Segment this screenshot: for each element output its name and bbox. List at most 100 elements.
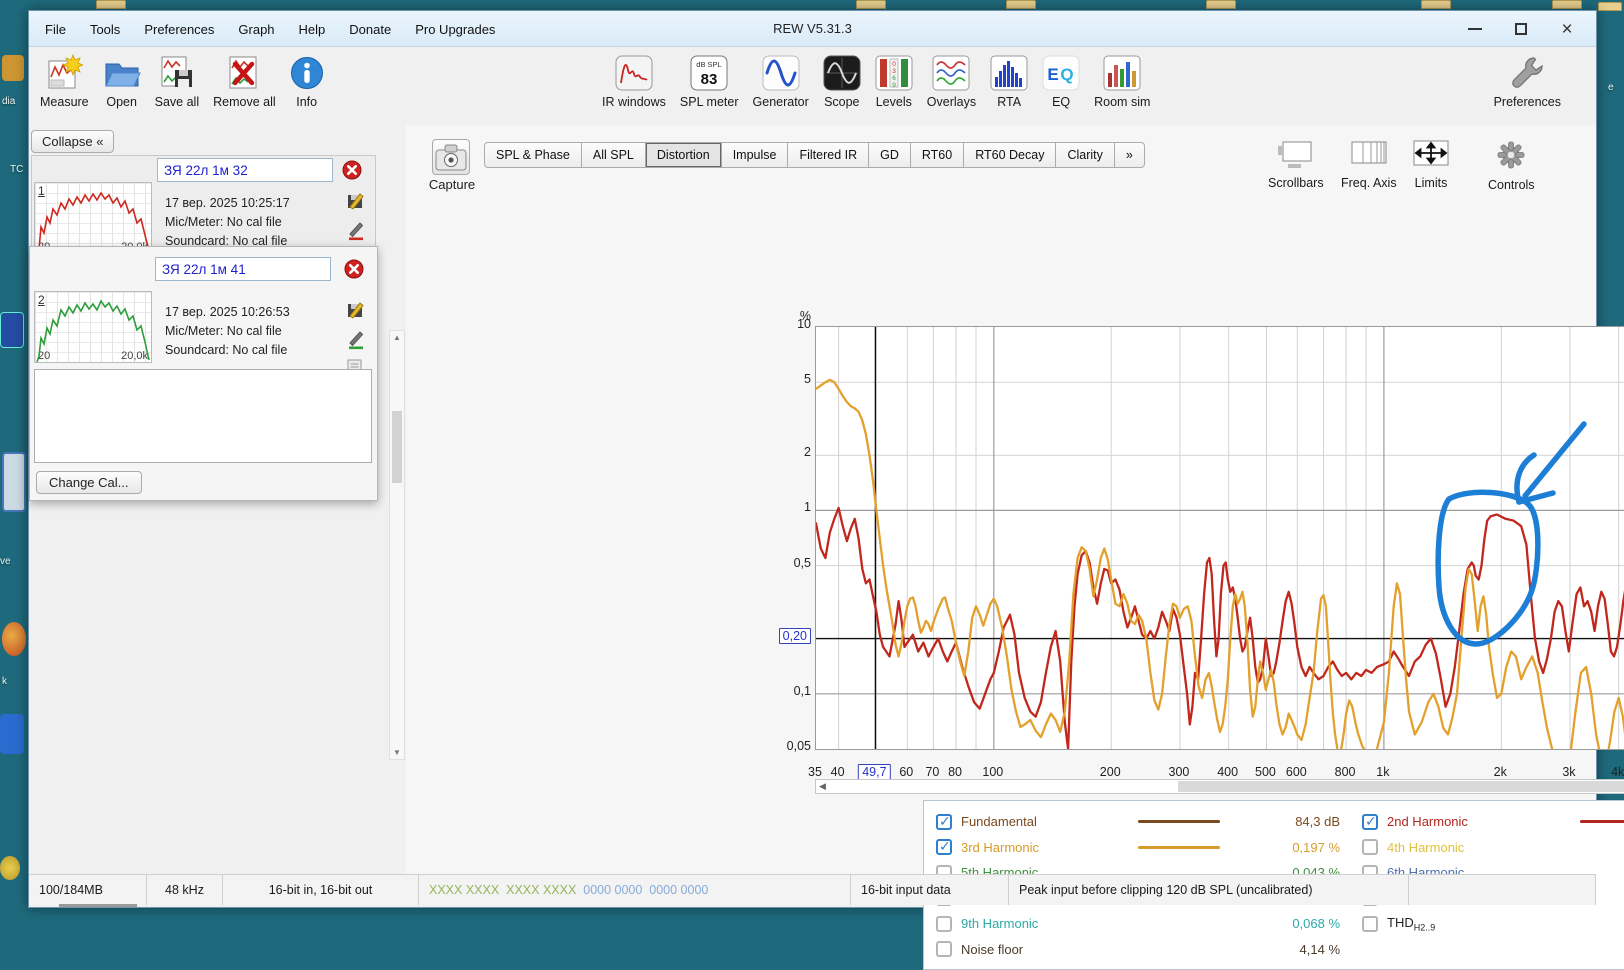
toolbar-button-preferences[interactable]: Preferences: [1487, 51, 1568, 111]
measurement-name-input[interactable]: [157, 158, 333, 182]
maximize-button[interactable]: [1498, 14, 1544, 44]
collapse-panel-button[interactable]: Collapse «: [31, 130, 115, 153]
menu-item-donate[interactable]: Donate: [339, 18, 401, 41]
legend-checkbox[interactable]: [1362, 915, 1378, 932]
desktop-icon-label-right: e: [1608, 82, 1614, 93]
toolbar-button-generator[interactable]: Generator: [746, 51, 816, 111]
toolbar-button-scope[interactable]: Scope: [816, 51, 868, 111]
delete-measurement-button[interactable]: [344, 259, 364, 284]
freq-scrollbar[interactable]: ◀ ▶: [815, 779, 1624, 794]
title-bar[interactable]: REW V5.31.3 File Tools Preferences Graph Hel…: [29, 11, 1596, 47]
rta-icon: [990, 53, 1028, 93]
toolbar-button-rta[interactable]: RTA: [983, 51, 1035, 111]
close-button[interactable]: ×: [1544, 14, 1590, 44]
measurement-card-2[interactable]: 22020,0k 17 вер. 2025 10:26:53 Mic/Meter: …: [29, 246, 378, 501]
measurement-date: 17 вер. 2025 10:26:53: [165, 305, 290, 319]
save-trace-icon[interactable]: [346, 190, 366, 215]
legend-label: Fundamental: [961, 814, 1037, 830]
change-cal-button[interactable]: Change Cal...: [36, 471, 142, 494]
svg-text:9: 9: [892, 82, 896, 89]
legend-row-noise-floor: Noise floor 4,14 %: [936, 937, 1340, 963]
toolbar-button-remove-all[interactable]: Remove all: [206, 51, 283, 111]
panel-scrollbar[interactable]: ▲ ▼: [389, 330, 405, 760]
toolbar-button-ir-windows[interactable]: IR windows: [595, 51, 673, 111]
legend-checkbox[interactable]: [1362, 813, 1378, 830]
toolbar-button-open[interactable]: Open: [96, 51, 148, 111]
capture-button[interactable]: [432, 139, 470, 175]
x-tick-label: 70: [925, 765, 940, 779]
tab-rt60-decay[interactable]: RT60 Decay: [964, 142, 1057, 168]
desktop-icon: [0, 312, 24, 348]
scroll-down-icon[interactable]: ▼: [390, 748, 404, 757]
menu-item-tools[interactable]: Tools: [80, 18, 130, 41]
desktop-icon: [0, 714, 24, 754]
y-tick-label-cursor: 0,20: [741, 627, 811, 644]
distortion-plot[interactable]: [815, 326, 1624, 750]
menu-item-file[interactable]: File: [35, 18, 76, 41]
legend-checkbox[interactable]: [1362, 839, 1378, 856]
toolbar-button-levels[interactable]: 0 3 6 9 Levels: [868, 51, 920, 111]
toolbar-button-label: SPL meter: [679, 95, 739, 109]
graph-area: Capture SPL & Phase All SPL Distortion Impu…: [406, 125, 1624, 970]
scroll-up-icon[interactable]: ▲: [390, 333, 404, 342]
toolbar-button-room-sim[interactable]: Room sim: [1087, 51, 1157, 111]
toolbar-button-spl-meter[interactable]: dB SPL 83 SPL meter: [673, 51, 746, 111]
status-segment-1: 48 kHz: [147, 875, 223, 905]
measurement-name-input[interactable]: [155, 257, 331, 281]
controls-button[interactable]: Controls: [1488, 139, 1535, 192]
y-tick-label: 0,05: [786, 739, 811, 753]
menu-item-graph[interactable]: Graph: [228, 18, 284, 41]
toolbar-button-info[interactable]: Info: [283, 51, 331, 111]
view-control-limits[interactable]: Limits: [1411, 139, 1451, 190]
toolbar-button-label: Overlays: [926, 95, 977, 109]
tab-all-spl[interactable]: All SPL: [581, 142, 646, 168]
toolbar-button-save-all[interactable]: Save all: [148, 51, 206, 111]
legend-checkbox[interactable]: [936, 813, 952, 830]
tab-distortion[interactable]: Distortion: [645, 142, 722, 168]
status-text: 100/184MB: [39, 883, 103, 897]
tab-filtered-ir[interactable]: Filtered IR: [788, 142, 870, 168]
trace-color-icon[interactable]: [346, 329, 366, 355]
delete-measurement-button[interactable]: [342, 160, 362, 185]
tab-gd[interactable]: GD: [869, 142, 911, 168]
menu-item-pro-upgrades[interactable]: Pro Upgrades: [405, 18, 505, 41]
measurement-thumbnail: 12020,0k: [34, 182, 152, 254]
tab--[interactable]: »: [1114, 142, 1145, 168]
toolbar-button-label: Scope: [824, 95, 860, 109]
toolbar: Measure Open Save all Remove all Info IR win…: [29, 47, 1596, 125]
cursor-freq-box: 49,7: [858, 764, 891, 780]
controls-label: Controls: [1488, 178, 1535, 192]
toolbar-button-overlays[interactable]: Overlays: [920, 51, 983, 111]
scrollbar-thumb[interactable]: [392, 411, 402, 483]
view-control-freq-axis[interactable]: Freq. Axis: [1341, 139, 1397, 190]
status-segment-filler: [1409, 875, 1596, 905]
tab-impulse[interactable]: Impulse: [721, 142, 789, 168]
x-tick-label: 40: [830, 765, 845, 779]
notes-area[interactable]: [34, 369, 372, 463]
room-sim-icon: [1103, 53, 1141, 93]
menu-item-help[interactable]: Help: [289, 18, 336, 41]
freq-axis-icon: [1349, 139, 1389, 174]
legend-line-sample-box: [1110, 845, 1249, 849]
minimize-button[interactable]: [1452, 14, 1498, 44]
view-control-scrollbars[interactable]: Scrollbars: [1268, 139, 1324, 190]
toolbar-button-eq[interactable]: E Q EQ: [1035, 51, 1087, 111]
spl-meter-icon: dB SPL 83: [690, 53, 728, 93]
menu-item-preferences[interactable]: Preferences: [134, 18, 224, 41]
scroll-left-icon[interactable]: ◀: [819, 781, 826, 792]
tab-clarity[interactable]: Clarity: [1056, 142, 1115, 168]
legend-label: THDH2..9: [1387, 914, 1436, 933]
toolbar-button-measure[interactable]: Measure: [33, 51, 96, 111]
legend-checkbox[interactable]: [936, 838, 952, 856]
tab-rt60[interactable]: RT60: [910, 142, 965, 168]
save-trace-icon[interactable]: [346, 299, 366, 324]
ir-windows-icon: [615, 53, 653, 93]
freq-scrollbar-thumb[interactable]: [1178, 781, 1624, 792]
toolbar-button-label: Save all: [154, 95, 200, 109]
legend-checkbox[interactable]: [936, 941, 952, 958]
legend-row-4th-harmonic: 4th Harmonic0,039 %: [1362, 835, 1624, 861]
tab-spl-phase[interactable]: SPL & Phase: [484, 142, 582, 168]
trace-color-icon[interactable]: [346, 220, 366, 246]
legend-checkbox[interactable]: [936, 915, 952, 932]
desktop-folder-icon: [1006, 0, 1036, 9]
